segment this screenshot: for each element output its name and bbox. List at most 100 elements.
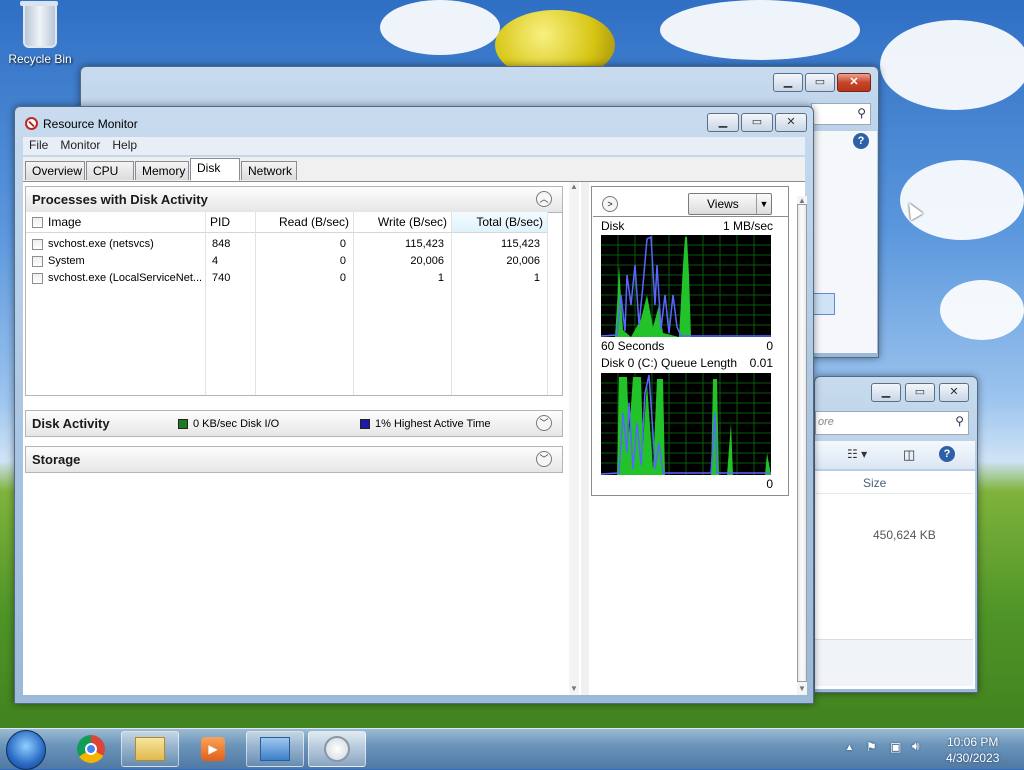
processes-section-header[interactable]: Processes with Disk Activity ︿: [25, 186, 563, 213]
cell-read: 0: [339, 255, 346, 267]
cell-pid: 4: [212, 255, 219, 267]
menu-monitor[interactable]: Monitor: [54, 137, 106, 152]
file-size-value: 450,624 KB: [873, 528, 936, 542]
search-input[interactable]: ore ⚲: [815, 411, 969, 435]
expand-down-icon[interactable]: ﹀: [536, 451, 552, 467]
preview-pane-icon[interactable]: ◫: [903, 447, 915, 463]
column-header-total[interactable]: Total (B/sec): [452, 212, 548, 233]
cell-image: svchost.exe (netsvcs): [48, 238, 154, 250]
search-input[interactable]: ⚲: [811, 103, 871, 125]
clock-date[interactable]: 4/30/2023: [946, 751, 999, 765]
chevron-down-icon: ▼: [756, 194, 771, 214]
disk-io-legend-swatch: [178, 419, 188, 429]
search-placeholder: ore: [818, 416, 834, 428]
tab-overview[interactable]: Overview: [25, 161, 85, 180]
recycle-bin-desktop-icon[interactable]: Recycle Bin: [4, 1, 76, 66]
close-button[interactable]: ✕: [939, 383, 969, 402]
row-checkbox[interactable]: [32, 273, 43, 284]
storage-title: Storage: [32, 452, 81, 467]
disk-graph: [600, 235, 771, 337]
row-checkbox[interactable]: [32, 256, 43, 267]
media-player-icon: ▶: [201, 737, 225, 761]
resource-monitor-window[interactable]: Resource Monitor ▁ ▭ ✕ File Monitor Help O…: [14, 106, 814, 704]
disk-graph-label: Disk: [601, 219, 625, 233]
action-center-icon[interactable]: ⚑: [866, 740, 877, 754]
chrome-taskbar-button[interactable]: [62, 731, 120, 767]
collapse-up-icon[interactable]: ︿: [536, 191, 552, 207]
disk-io-legend: 0 KB/sec Disk I/O: [193, 418, 280, 430]
column-header-pid[interactable]: PID: [206, 212, 256, 233]
minimize-button[interactable]: ▁: [773, 73, 803, 92]
clock-time[interactable]: 10:06 PM: [947, 735, 998, 749]
scroll-down-arrow-icon[interactable]: ▼: [798, 684, 806, 693]
pane-splitter[interactable]: [581, 182, 589, 695]
size-column-header[interactable]: Size: [863, 476, 886, 490]
resource-monitor-icon: [324, 736, 350, 762]
network-icon[interactable]: ▣: [890, 740, 901, 754]
help-icon[interactable]: ?: [939, 446, 955, 462]
details-pane: [815, 639, 973, 686]
column-header-image[interactable]: Image: [26, 212, 206, 233]
column-header-read[interactable]: Read (B/sec): [256, 212, 354, 233]
column-header-write[interactable]: Write (B/sec): [354, 212, 452, 233]
cell-total: 1: [533, 272, 540, 284]
cell-image: System: [48, 255, 85, 267]
tab-cpu[interactable]: CPU: [86, 161, 134, 180]
left-pane: Processes with Disk Activity ︿ Image PID…: [23, 182, 583, 695]
search-icon: ⚲: [857, 106, 866, 120]
left-pane-scrollbar[interactable]: ▲ ▼: [569, 182, 579, 695]
start-button[interactable]: [6, 730, 46, 770]
minimize-button[interactable]: ▁: [871, 383, 901, 402]
disk-activity-section-header[interactable]: Disk Activity 0 KB/sec Disk I/O 1% Highe…: [25, 410, 563, 437]
queue-graph-min: 0: [766, 477, 773, 491]
explorer-window[interactable]: ▁ ▭ ✕ ore ⚲ ☷ ▾ ◫ ? Size 450,624 KB: [814, 376, 978, 693]
collapse-graphs-icon[interactable]: >: [602, 196, 618, 212]
views-label: Views: [707, 197, 739, 211]
disk-activity-title: Disk Activity: [32, 416, 110, 431]
taskbar: ▶ ▲ ⚑ ▣ 🔊︎ 10:06 PM 4/30/2023: [0, 728, 1024, 770]
row-checkbox[interactable]: [32, 239, 43, 250]
storage-section-header[interactable]: Storage ﹀: [25, 446, 563, 473]
graphs-pane: > Views ▼ Disk 1 MB/sec 60 Seconds 0 Dis…: [589, 182, 807, 695]
client-area: Processes with Disk Activity ︿ Image PID…: [23, 182, 807, 695]
scroll-up-arrow-icon[interactable]: ▲: [570, 182, 578, 191]
explorer-taskbar-button[interactable]: [121, 731, 179, 767]
resource-monitor-taskbar-button[interactable]: [308, 731, 366, 767]
active-time-legend-swatch: [360, 419, 370, 429]
media-player-taskbar-button[interactable]: ▶: [184, 731, 242, 767]
cell-write: 115,423: [405, 238, 444, 250]
tab-strip: Overview CPU Memory Disk Network: [23, 157, 805, 182]
show-hidden-icons-icon[interactable]: ▲: [845, 742, 854, 752]
command-bar: ☷ ▾ ◫ ?: [815, 441, 975, 469]
expand-down-icon[interactable]: ﹀: [536, 415, 552, 431]
graphs-scrollbar[interactable]: ▲ ▼: [797, 196, 807, 695]
list-header: Size: [815, 471, 973, 494]
volume-icon[interactable]: 🔊︎: [912, 739, 920, 754]
menu-file[interactable]: File: [23, 137, 54, 152]
cloud: [880, 20, 1024, 110]
control-panel-taskbar-button[interactable]: [246, 731, 304, 767]
tab-memory[interactable]: Memory: [135, 161, 189, 180]
close-button[interactable]: ✕: [837, 73, 871, 92]
scroll-down-arrow-icon[interactable]: ▼: [570, 684, 578, 693]
cell-image: svchost.exe (LocalServiceNet...: [48, 272, 203, 284]
scrollbar-thumb[interactable]: [797, 204, 807, 682]
menu-bar: File Monitor Help: [23, 137, 805, 155]
tab-network[interactable]: Network: [241, 161, 297, 180]
cloud: [660, 0, 860, 60]
help-icon[interactable]: ?: [853, 133, 869, 149]
view-options-icon[interactable]: ☷ ▾: [847, 447, 867, 461]
views-dropdown[interactable]: Views ▼: [688, 193, 772, 215]
panel-button[interactable]: [811, 293, 835, 315]
folder-icon: [135, 737, 165, 761]
menu-help[interactable]: Help: [106, 137, 143, 152]
window-title: Resource Monitor: [43, 117, 138, 131]
tab-disk[interactable]: Disk: [190, 158, 240, 181]
processes-table: Image PID Read (B/sec) Write (B/sec) Tot…: [25, 212, 563, 396]
maximize-button[interactable]: ▭: [805, 73, 835, 92]
select-all-checkbox[interactable]: [32, 217, 43, 228]
maximize-button[interactable]: ▭: [741, 113, 773, 132]
minimize-button[interactable]: ▁: [707, 113, 739, 132]
close-button[interactable]: ✕: [775, 113, 807, 132]
maximize-button[interactable]: ▭: [905, 383, 935, 402]
